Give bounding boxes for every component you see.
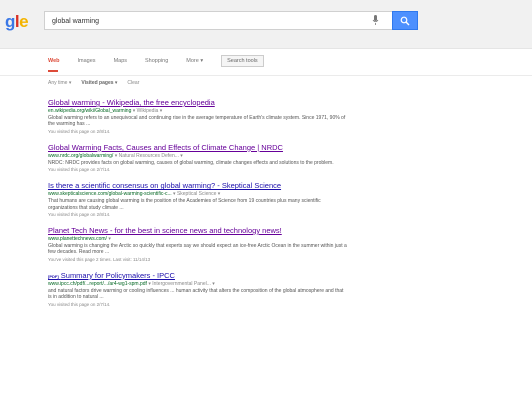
result-url-menu[interactable]: ▾ Intergovernmental Panel... ▾: [148, 281, 214, 287]
search-tabs: Web Images Maps Shopping More ▾ Search t…: [48, 54, 264, 68]
result-title-text: Summary for Policymakers - IPCC: [60, 270, 175, 280]
result-url: www.nrdc.org/globalwarming/ ▾ Natural Re…: [48, 153, 368, 159]
result-url-text: www.planettechnews.com/: [48, 236, 107, 243]
result-title-link[interactable]: Is there a scientific consensus on globa…: [48, 181, 368, 190]
result-item: [PDF] Summary for Policymakers - IPCC ww…: [48, 271, 368, 307]
result-title-link[interactable]: [PDF] Summary for Policymakers - IPCC: [48, 271, 368, 280]
result-url-text: www.skepticalscience.com/global-warming-…: [48, 191, 172, 198]
result-url-menu[interactable]: ▾ Wikipedia ▾: [133, 108, 162, 114]
result-visited-note: You visited this page on 2/8/14.: [48, 128, 111, 134]
result-item: Global warming - Wikipedia, the free enc…: [48, 98, 368, 134]
search-results: Global warming - Wikipedia, the free enc…: [48, 98, 368, 316]
result-url: www.planettechnews.com/ ▾: [48, 236, 368, 242]
result-url-menu[interactable]: ▾: [108, 236, 111, 242]
top-bar: gle global warming: [0, 0, 532, 49]
result-url-text: www.ipcc.ch/pdf/...report/.../ar4-wg1-sp…: [48, 280, 147, 287]
tab-web[interactable]: Web: [48, 58, 60, 64]
logo-letter: g: [5, 12, 15, 31]
result-url-text: en.wikipedia.org/wiki/Global_warming: [48, 108, 132, 114]
search-input[interactable]: global warming: [44, 11, 394, 30]
microphone-icon[interactable]: [372, 15, 379, 25]
result-visited-note: You visited this page on 2/7/14.: [48, 167, 111, 173]
result-snippet: Global warming is changing the Arctic so…: [48, 243, 347, 256]
pdf-label: [PDF]: [48, 273, 59, 279]
divider: [0, 75, 532, 76]
result-visited-note: You visited this page on 2/7/14.: [48, 301, 111, 307]
google-logo[interactable]: gle: [5, 12, 29, 32]
tab-images[interactable]: Images: [78, 58, 96, 64]
result-snippet: Global warming refers to an unequivocal …: [48, 115, 346, 128]
filter-visited-pages[interactable]: Visited pages ▾: [81, 80, 117, 86]
result-snippet: That humans are causing global warming i…: [48, 198, 321, 211]
search-icon: [400, 16, 410, 26]
result-item: Is there a scientific consensus on globa…: [48, 181, 368, 217]
active-tab-indicator: [48, 70, 58, 72]
result-url: www.skepticalscience.com/global-warming-…: [48, 191, 368, 197]
result-url-menu[interactable]: ▾ Skeptical Science ▾: [173, 191, 220, 197]
result-snippet: and natural factors drive warming or coo…: [48, 287, 344, 301]
tab-more[interactable]: More ▾: [186, 58, 203, 64]
result-title-link[interactable]: Global warming - Wikipedia, the free enc…: [48, 98, 368, 107]
result-visited-note: You visited this page on 2/8/14.: [48, 212, 111, 218]
result-title-link[interactable]: Global Warming Facts, Causes and Effects…: [48, 143, 368, 152]
result-title-link[interactable]: Planet Tech News - for the best in scien…: [48, 226, 368, 235]
tab-shopping[interactable]: Shopping: [145, 58, 168, 64]
result-item: Global Warming Facts, Causes and Effects…: [48, 143, 368, 172]
result-url: en.wikipedia.org/wiki/Global_warming ▾ W…: [48, 108, 368, 114]
result-snippet: NRDC: NRDC provides facts on global warm…: [48, 159, 334, 166]
result-item: Planet Tech News - for the best in scien…: [48, 226, 368, 262]
result-url-menu[interactable]: ▾ Natural Resources Defen... ▾: [115, 153, 183, 159]
result-url: www.ipcc.ch/pdf/...report/.../ar4-wg1-sp…: [48, 281, 368, 287]
search-tools-button[interactable]: Search tools: [221, 55, 264, 67]
filter-any-time[interactable]: Any time ▾: [48, 80, 71, 86]
tab-maps[interactable]: Maps: [114, 58, 127, 64]
filter-clear[interactable]: Clear: [127, 80, 139, 86]
search-button[interactable]: [392, 11, 418, 30]
filter-bar: Any time ▾ Visited pages ▾ Clear: [48, 80, 139, 86]
result-url-text: www.nrdc.org/globalwarming/: [48, 152, 114, 159]
logo-letter: e: [19, 12, 29, 31]
search-query: global warming: [52, 18, 100, 25]
result-visited-note: You've visited this page 2 times. Last v…: [48, 256, 151, 262]
